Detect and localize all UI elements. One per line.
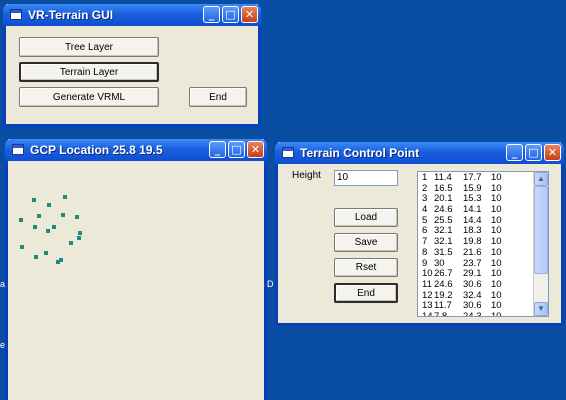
app-icon: [282, 147, 294, 158]
gcp-titlebar[interactable]: GCP Location 25.8 19.5 _ □ ✕: [5, 139, 267, 161]
vr-terrain-window: VR-Terrain GUI _ □ ✕ Tree Layer Terrain …: [3, 4, 261, 127]
window-title: VR-Terrain GUI: [28, 8, 114, 22]
terrain-layer-button[interactable]: Terrain Layer: [19, 62, 159, 82]
height-input[interactable]: 10: [334, 170, 398, 186]
app-icon: [12, 144, 24, 155]
maximize-icon[interactable]: □: [222, 6, 239, 23]
height-label: Height: [292, 170, 321, 181]
window-title: GCP Location 25.8 19.5: [30, 143, 163, 157]
gcp-point: [51, 225, 56, 229]
gcp-point: [46, 228, 50, 233]
list-cell: 30.6: [463, 278, 482, 290]
gcp-point: [61, 212, 66, 217]
list-cell: 14: [422, 310, 433, 317]
gcp-point: [59, 257, 64, 262]
gcp-point: [44, 251, 49, 256]
generate-vrml-button[interactable]: Generate VRML: [19, 87, 159, 107]
gcp-point: [20, 245, 25, 249]
scroll-thumb[interactable]: [534, 186, 548, 274]
scroll-up-arrow-icon[interactable]: ▲: [534, 172, 548, 186]
maximize-icon[interactable]: □: [228, 141, 245, 158]
gcp-point: [31, 197, 36, 202]
list-cell: 11: [422, 278, 432, 290]
close-icon[interactable]: ✕: [544, 144, 561, 161]
minimize-icon[interactable]: _: [209, 141, 226, 158]
terrain-control-point-window: Terrain Control Point _ □ ✕ Height 10 Lo…: [275, 142, 564, 326]
end-button[interactable]: End: [189, 87, 247, 107]
gcp-point: [19, 217, 24, 222]
reset-button[interactable]: Rset: [334, 258, 398, 277]
vr-terrain-client: Tree Layer Terrain Layer Generate VRML E…: [6, 26, 258, 124]
gcp-plot-area[interactable]: [8, 161, 264, 400]
list-item[interactable]: 11 24.6 30.6 10: [418, 278, 534, 291]
save-button[interactable]: Save: [334, 233, 398, 252]
list-cell: 8: [422, 246, 428, 258]
gcp-point: [36, 213, 41, 218]
tree-layer-button[interactable]: Tree Layer: [19, 37, 159, 57]
gcp-point: [74, 215, 79, 219]
vr-terrain-titlebar[interactable]: VR-Terrain GUI _ □ ✕: [3, 4, 261, 26]
end-button[interactable]: End: [334, 283, 398, 303]
maximize-icon[interactable]: □: [525, 144, 542, 161]
gcp-point: [46, 202, 51, 207]
list-cell: 31.5: [434, 246, 453, 258]
list-item[interactable]: 147.8 24.3 10: [418, 310, 534, 317]
scroll-down-arrow-icon[interactable]: ▼: [534, 302, 548, 316]
gcp-location-window: GCP Location 25.8 19.5 _ □ ✕: [5, 139, 267, 400]
list-cell: 24.3: [463, 310, 482, 317]
gcp-point: [63, 195, 68, 199]
list-cell: 10: [491, 310, 502, 317]
list-cell: 7.8: [434, 310, 448, 317]
close-icon[interactable]: ✕: [241, 6, 258, 23]
app-icon: [10, 9, 22, 20]
gcp-point: [77, 236, 82, 241]
gcp-point: [78, 231, 83, 236]
close-icon[interactable]: ✕: [247, 141, 264, 158]
load-button[interactable]: Load: [334, 208, 398, 227]
gcp-point: [33, 255, 38, 259]
list-cell: 10: [491, 246, 502, 258]
list-item[interactable]: 8 31.5 21.6 10: [418, 246, 534, 259]
desktop-text-fragment: D: [267, 279, 274, 289]
control-point-list[interactable]: 1 11.4 17.7 10 2 16.5 15.9 10 3 20.1 15.3 10 4 24.6 14…: [417, 171, 549, 317]
minimize-icon[interactable]: _: [203, 6, 220, 23]
minimize-icon[interactable]: _: [506, 144, 523, 161]
list-scrollbar[interactable]: ▲ ▼: [533, 172, 548, 316]
window-title: Terrain Control Point: [300, 146, 420, 160]
list-cell: 24.6: [434, 278, 453, 290]
gcp-point: [32, 225, 37, 229]
gcp-point: [68, 241, 73, 246]
list-cell: 21.6: [463, 246, 482, 258]
tcp-client: Height 10 Load Save Rset End 1 11.4 17.7 10…: [278, 164, 561, 323]
list-cell: 10: [491, 278, 502, 290]
control-point-rows: 1 11.4 17.7 10 2 16.5 15.9 10 3 20.1 15.3 10 4 24.6 14…: [418, 172, 534, 317]
tcp-titlebar[interactable]: Terrain Control Point _ □ ✕: [275, 142, 564, 164]
